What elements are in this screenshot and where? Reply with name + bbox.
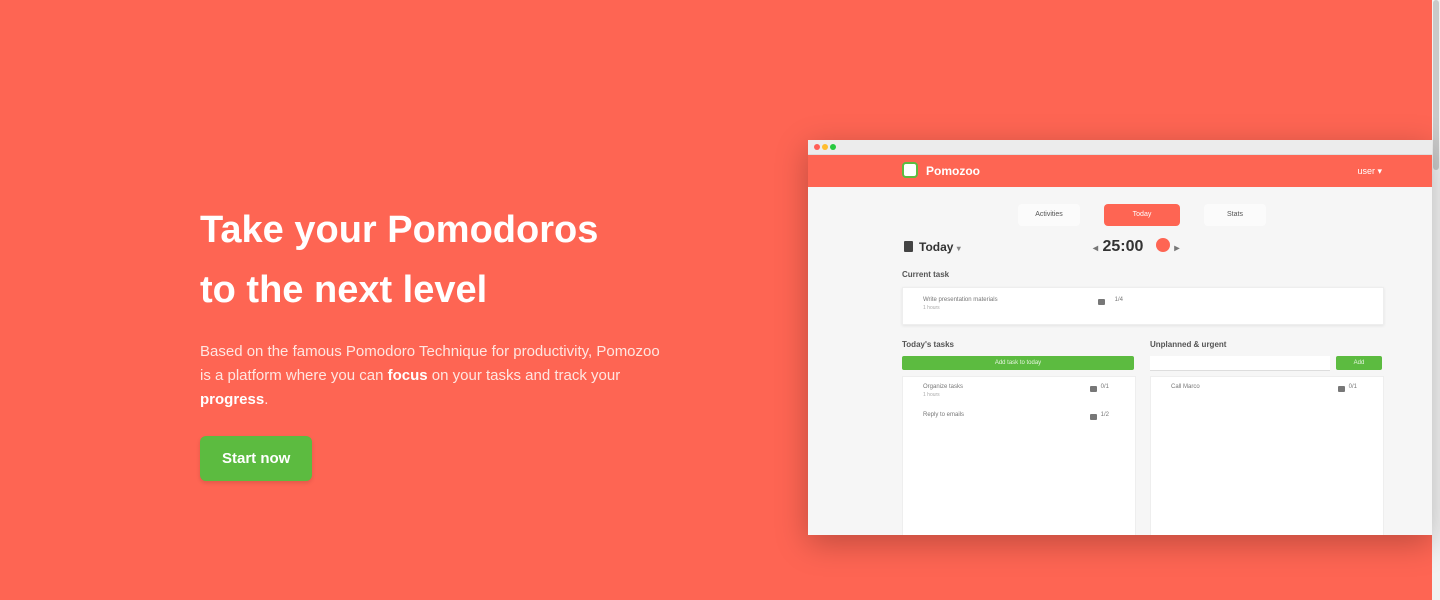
browser-dot-icon	[822, 144, 828, 150]
mockup-nav: Activities Today Stats	[808, 204, 1432, 226]
pomozoo-logo-icon	[902, 162, 918, 178]
browser-dot-icon	[814, 144, 820, 150]
today-label: Today	[919, 240, 954, 254]
current-task-label: Current task	[902, 270, 950, 279]
task-title: Organize tasks	[923, 384, 964, 390]
tab-activities: Activities	[1018, 204, 1080, 226]
urgent-task-input	[1150, 356, 1330, 371]
task-count: 0/1	[1100, 384, 1109, 390]
task-title: Write presentation materials	[923, 297, 998, 303]
unplanned-task-list: Call Marco 0/1	[1150, 376, 1384, 535]
page-scrollbar[interactable]	[1432, 0, 1440, 600]
current-task-row: Write presentation materials 1 hours 1/4	[911, 294, 1375, 314]
pomodoro-icon	[1090, 414, 1097, 420]
task-sub: 1 hours	[923, 305, 940, 311]
desc-progress: progress	[200, 391, 265, 408]
today-heading: Today ▾	[904, 240, 961, 254]
task-count: 1/2	[1100, 412, 1109, 418]
desc-middle: on your tasks and track your	[427, 367, 621, 384]
tab-stats: Stats	[1204, 204, 1266, 226]
task-count: 0/1	[1348, 384, 1357, 390]
todays-tasks-label: Today's tasks	[902, 340, 954, 349]
tab-today: Today	[1104, 204, 1180, 226]
start-now-button[interactable]: Start now	[200, 436, 313, 481]
timer-value: 25:00	[1102, 238, 1144, 255]
list-item: Reply to emails 1/2	[911, 409, 1127, 429]
timer-next-icon: ▸	[1174, 243, 1180, 254]
add-task-button: Add task to today	[902, 356, 1134, 370]
list-item: Organize tasks 1 hours 0/1	[911, 381, 1127, 401]
task-title: Call Marco	[1171, 384, 1200, 390]
app-name: Pomozoo	[926, 164, 980, 178]
current-task-card: Write presentation materials 1 hours 1/4	[902, 287, 1384, 325]
pomodoro-timer: ◂ 25:00 ▸	[1093, 238, 1179, 256]
unplanned-label: Unplanned & urgent	[1150, 340, 1227, 349]
pomodoro-icon	[1338, 386, 1345, 392]
desc-suffix: .	[264, 391, 269, 408]
app-screenshot-mockup: Pomozoo user ▾ Activities Today Stats To…	[808, 140, 1432, 535]
app-header: Pomozoo user ▾	[808, 155, 1432, 187]
scrollbar-thumb[interactable]	[1433, 0, 1439, 170]
add-urgent-button: Add	[1336, 356, 1382, 370]
timer-prev-icon: ◂	[1093, 243, 1099, 254]
hero-section: Take your Pomodoros to the next level Ba…	[200, 200, 670, 481]
user-menu: user ▾	[1357, 166, 1382, 176]
list-item: Call Marco 0/1	[1159, 381, 1375, 401]
task-sub: 1 hours	[923, 392, 940, 398]
hero-title-line1: Take your Pomodoros	[200, 209, 599, 251]
todays-task-list: Organize tasks 1 hours 0/1 Reply to emai…	[902, 376, 1136, 535]
task-count: 1/4	[1114, 297, 1123, 303]
timer-start-icon	[1155, 238, 1170, 252]
pomodoro-icon	[1090, 386, 1097, 392]
hero-title-line2: to the next level	[200, 269, 488, 311]
pomodoro-icon	[1098, 299, 1105, 305]
calendar-icon	[904, 241, 913, 252]
hero-title: Take your Pomodoros to the next level	[200, 200, 670, 320]
task-title: Reply to emails	[923, 412, 965, 418]
chevron-down-icon: ▾	[956, 244, 961, 253]
hero-description: Based on the famous Pomodoro Technique f…	[200, 340, 670, 412]
browser-bar	[808, 140, 1432, 155]
browser-dot-icon	[830, 144, 836, 150]
desc-focus: focus	[387, 367, 428, 384]
